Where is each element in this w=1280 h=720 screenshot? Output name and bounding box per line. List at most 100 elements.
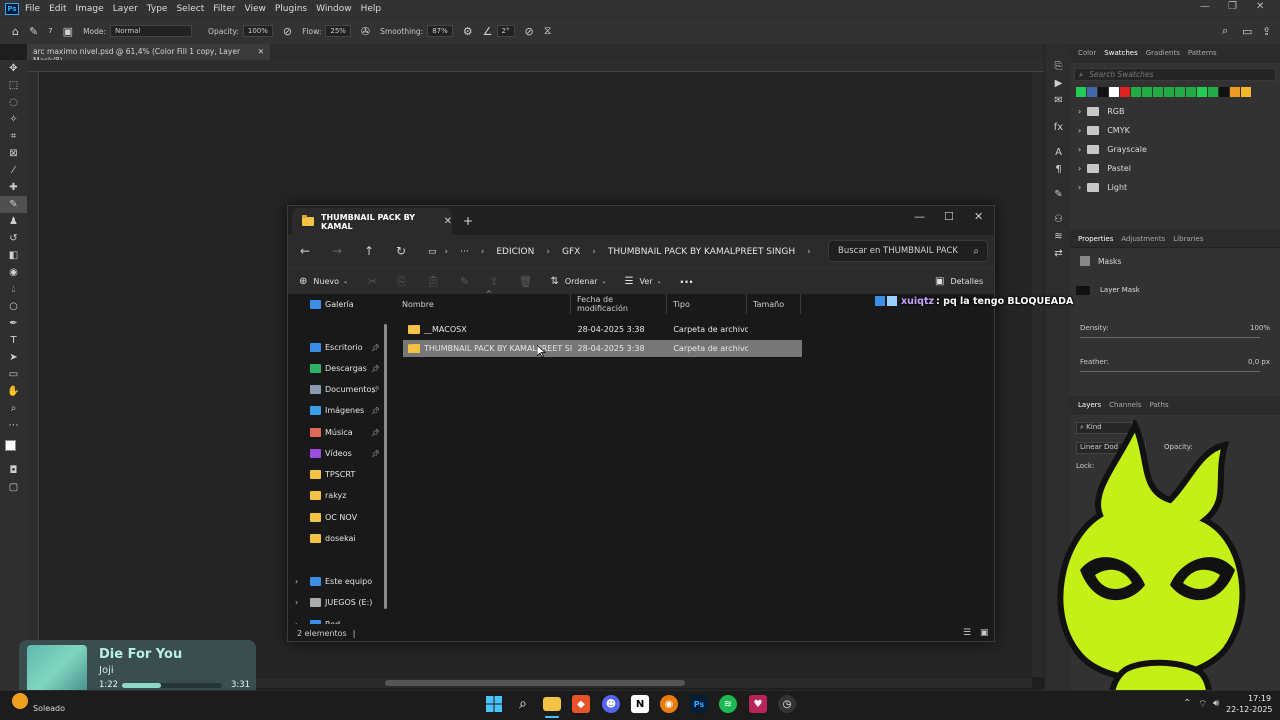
angle-field[interactable]: 2° <box>496 25 515 37</box>
screen-mode-icon[interactable]: ▢ <box>0 479 27 496</box>
brush-settings-panel-icon[interactable]: ✎ <box>1045 186 1072 203</box>
swatch-group-pastel[interactable]: › Pastel <box>1070 159 1280 178</box>
tray-chevron-icon[interactable]: ⌃ <box>1183 698 1191 709</box>
brush-tool-icon[interactable]: ✎ <box>0 196 27 213</box>
feather-slider[interactable] <box>1080 371 1260 372</box>
color-swatch[interactable] <box>1153 87 1163 97</box>
weather-sun-icon[interactable] <box>12 693 28 709</box>
horizontal-scrollbar-thumb[interactable] <box>385 680 685 686</box>
zoom-tool-icon[interactable]: ⌕ <box>0 400 27 417</box>
color-swatch[interactable] <box>1109 87 1119 97</box>
chevron-right-icon[interactable]: › <box>295 577 298 586</box>
breadcrumb[interactable]: ▭ › ··· › EDICION › GFX › THUMBNAIL PACK… <box>428 241 823 263</box>
windows-start-icon[interactable] <box>485 695 503 713</box>
tab-paths[interactable]: Paths <box>1150 401 1169 409</box>
search-icon[interactable]: ⌕ <box>1222 24 1228 38</box>
new-button[interactable]: ⊕ Nuevo ⌄ <box>299 276 348 287</box>
density-value[interactable]: 100% <box>1250 324 1270 332</box>
menu-window[interactable]: Window <box>316 4 352 14</box>
sidebar-item-document[interactable]: Documentos 📌︎ <box>288 379 388 400</box>
sidebar-item-folder[interactable]: rakyz <box>288 485 388 506</box>
close-document-icon[interactable]: ✕ <box>258 47 264 57</box>
color-swatch[interactable] <box>1087 87 1097 97</box>
crop-tool-icon[interactable]: ⌗ <box>0 128 27 145</box>
mode-select[interactable]: Normal <box>110 25 193 37</box>
color-swatch[interactable] <box>1208 87 1218 97</box>
rectangle-tool-icon[interactable]: ▭ <box>0 366 27 383</box>
clock-time[interactable]: 17:19 <box>1248 694 1271 703</box>
document-tab[interactable]: arc maximo nivel.psd @ 61,4% (Color Fill… <box>27 44 270 65</box>
tab-layers[interactable]: Layers <box>1078 401 1101 409</box>
details-button[interactable]: ▣ Detalles <box>935 276 983 287</box>
libraries-icon[interactable]: ≋ <box>1045 228 1072 245</box>
brush-settings-icon[interactable]: ▣ <box>63 25 73 38</box>
hand-tool-icon[interactable]: ✋ <box>0 383 27 400</box>
swatch-group-rgb[interactable]: › RGB <box>1070 102 1280 121</box>
styles-fx-icon[interactable]: fx <box>1045 119 1072 136</box>
tab-swatches[interactable]: Swatches <box>1104 49 1137 57</box>
app-clock-icon[interactable]: ◷ <box>778 695 796 713</box>
sidebar-item-desktop[interactable]: Escritorio 📌︎ <box>288 337 388 358</box>
workspace-icon[interactable]: ▭ <box>1242 25 1252 38</box>
dodge-tool-icon[interactable]: ○ <box>0 298 27 315</box>
magic-wand-tool-icon[interactable]: ✧ <box>0 111 27 128</box>
notion-icon[interactable]: N <box>631 695 649 713</box>
close-icon[interactable]: ✕ <box>1256 1 1264 12</box>
swatch-group-cmyk[interactable]: › CMYK <box>1070 121 1280 140</box>
opacity-field[interactable]: 100% <box>242 25 273 37</box>
menu-layer[interactable]: Layer <box>113 4 138 14</box>
tab-libraries[interactable]: Libraries <box>1173 235 1203 243</box>
density-slider[interactable] <box>1080 337 1260 338</box>
breadcrumb-current-folder[interactable]: THUMBNAIL PACK BY KAMALPREET SINGH <box>608 247 795 257</box>
paragraph-panel-icon[interactable]: ¶ <box>1045 161 1072 178</box>
color-swatch[interactable] <box>1175 87 1185 97</box>
refresh-icon[interactable]: ↻ <box>396 244 406 258</box>
menu-help[interactable]: Help <box>361 4 382 14</box>
flow-field[interactable]: 25% <box>325 25 351 37</box>
character-panel-icon[interactable]: A <box>1045 144 1072 161</box>
feather-value[interactable]: 0,0 px <box>1248 358 1270 366</box>
actions-play-icon[interactable]: ▶ <box>1045 75 1072 92</box>
path-selection-tool-icon[interactable]: ➤ <box>0 349 27 366</box>
search-input[interactable]: Buscar en THUMBNAIL PACK ⌕ <box>828 240 988 262</box>
new-tab-icon[interactable]: + <box>463 214 473 228</box>
color-swatch[interactable] <box>1186 87 1196 97</box>
photoshop-icon[interactable]: Ps <box>690 695 708 713</box>
airbrush-icon[interactable]: ✇ <box>361 25 370 38</box>
color-swatch[interactable] <box>1142 87 1152 97</box>
menu-view[interactable]: View <box>245 4 266 14</box>
clone-source-icon[interactable]: ⚇ <box>1045 211 1072 228</box>
smoothing-settings-icon[interactable]: ⚙ <box>463 25 473 38</box>
move-tool-icon[interactable]: ✥ <box>0 60 27 77</box>
color-swatch[interactable] <box>1230 87 1240 97</box>
color-swatch[interactable] <box>1219 87 1229 97</box>
menu-plugins[interactable]: Plugins <box>275 4 307 14</box>
menu-image[interactable]: Image <box>76 4 104 14</box>
symmetry-icon[interactable]: ⧖ <box>544 24 552 38</box>
search-icon[interactable]: ⌕ <box>514 695 532 713</box>
sidebar-item-pc[interactable]: › Este equipo <box>288 571 388 592</box>
spotify-icon[interactable]: ≋ <box>719 695 737 713</box>
column-header-date[interactable]: Fecha de modificación <box>571 294 667 314</box>
tab-color[interactable]: Color <box>1078 49 1096 57</box>
breadcrumb-edicion[interactable]: EDICION <box>496 247 534 257</box>
up-arrow-icon[interactable]: ↑ <box>364 244 374 258</box>
view-button[interactable]: ☰ Ver ⌄ <box>625 276 662 287</box>
swatch-group-grayscale[interactable]: › Grayscale <box>1070 140 1280 159</box>
color-swatch[interactable] <box>1076 87 1086 97</box>
forward-arrow-icon[interactable]: → <box>332 244 342 258</box>
pressure-opacity-icon[interactable]: ⊘ <box>283 25 292 38</box>
pressure-size-icon[interactable]: ⊘ <box>525 25 534 38</box>
tab-adjustments[interactable]: Adjustments <box>1121 235 1165 243</box>
clock-date[interactable]: 22-12-2025 <box>1226 705 1273 714</box>
foreground-color[interactable] <box>5 440 16 451</box>
menu-filter[interactable]: Filter <box>213 4 235 14</box>
file-row[interactable]: THUMBNAIL PACK BY KAMALPREET SIN... 28-04… <box>403 340 802 357</box>
tab-patterns[interactable]: Patterns <box>1188 49 1217 57</box>
tab-gradients[interactable]: Gradients <box>1146 49 1180 57</box>
eraser-tool-icon[interactable]: ◧ <box>0 247 27 264</box>
explorer-tab[interactable]: THUMBNAIL PACK BY KAMAL ✕ <box>292 208 452 235</box>
color-swatch[interactable] <box>1098 87 1108 97</box>
details-view-icon[interactable]: ☰ <box>963 628 971 638</box>
eyedropper-tool-icon[interactable]: ⁄ <box>0 162 27 179</box>
